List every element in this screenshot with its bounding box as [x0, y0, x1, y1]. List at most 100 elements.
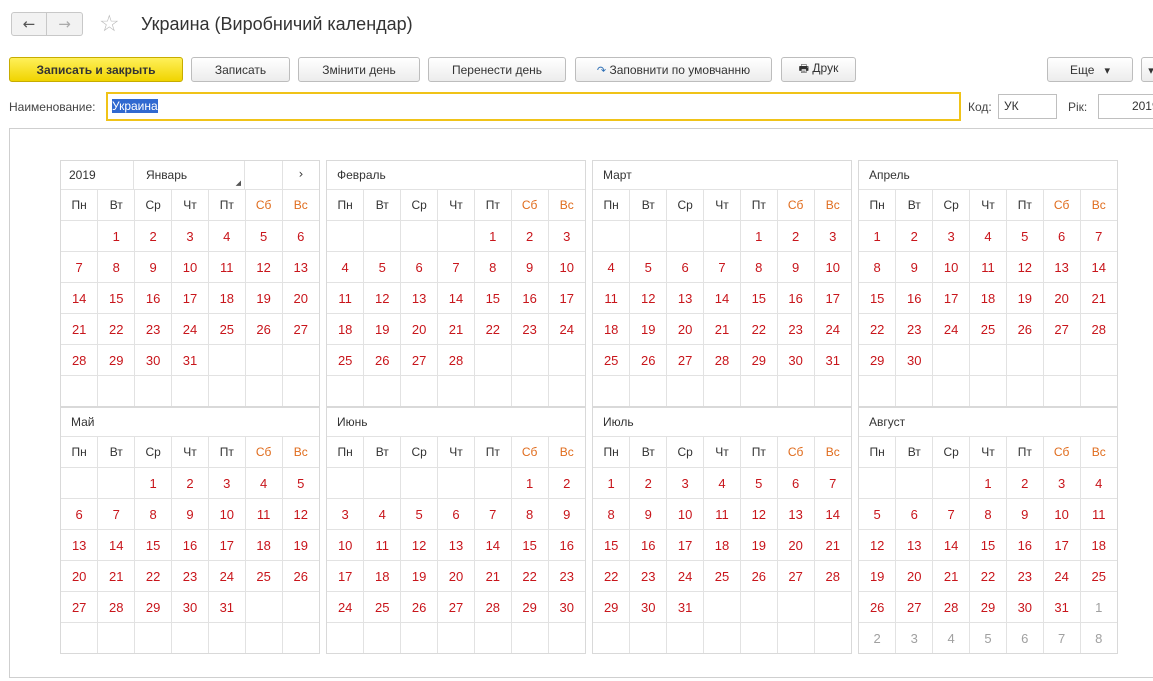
day-cell[interactable]: 6	[895, 498, 934, 530]
day-cell[interactable]: 19	[400, 560, 439, 592]
fill-default-button[interactable]: ↷ Заповнити по умовчанню	[575, 57, 772, 82]
day-cell[interactable]: 13	[400, 282, 439, 314]
day-cell[interactable]: 5	[629, 251, 668, 283]
month-selector[interactable]: Январь ◢	[134, 161, 245, 189]
day-cell[interactable]: 14	[474, 529, 512, 561]
day-cell[interactable]: 8	[859, 251, 897, 283]
day-cell[interactable]: 19	[859, 560, 897, 592]
day-cell[interactable]: 27	[666, 344, 705, 376]
day-cell[interactable]: 29	[97, 344, 136, 376]
day-cell[interactable]: 25	[1080, 560, 1117, 592]
day-cell[interactable]: 3	[171, 220, 209, 252]
day-cell[interactable]: 10	[548, 251, 585, 283]
day-cell[interactable]: 8	[1080, 622, 1117, 653]
day-cell[interactable]: 26	[245, 313, 283, 345]
day-cell[interactable]: 18	[969, 282, 1007, 314]
day-cell[interactable]: 6	[777, 467, 815, 499]
day-cell[interactable]: 5	[245, 220, 283, 252]
day-cell[interactable]: 20	[666, 313, 705, 345]
day-cell[interactable]: 4	[593, 251, 631, 283]
day-cell[interactable]: 30	[895, 344, 934, 376]
day-cell[interactable]: 16	[548, 529, 585, 561]
day-cell[interactable]: 24	[932, 313, 971, 345]
day-cell[interactable]: 16	[895, 282, 934, 314]
day-cell[interactable]: 17	[814, 282, 851, 314]
day-cell[interactable]: 5	[859, 498, 897, 530]
day-cell[interactable]: 26	[282, 560, 319, 592]
day-cell[interactable]: 27	[437, 591, 475, 623]
day-cell[interactable]: 25	[363, 591, 402, 623]
day-cell[interactable]: 12	[245, 251, 283, 283]
day-cell[interactable]: 22	[593, 560, 631, 592]
day-cell[interactable]: 11	[363, 529, 402, 561]
day-cell[interactable]: 8	[134, 498, 173, 530]
day-cell[interactable]: 19	[245, 282, 283, 314]
day-cell[interactable]: 17	[171, 282, 209, 314]
day-cell[interactable]: 1	[97, 220, 136, 252]
day-cell[interactable]: 29	[593, 591, 631, 623]
day-cell[interactable]: 3	[548, 220, 585, 252]
next-month-button[interactable]: ›	[283, 161, 319, 189]
day-cell[interactable]: 12	[740, 498, 778, 530]
day-cell[interactable]: 13	[282, 251, 319, 283]
day-cell[interactable]: 6	[437, 498, 475, 530]
star-icon[interactable]: ☆	[99, 11, 120, 37]
day-cell[interactable]: 18	[593, 313, 631, 345]
day-cell[interactable]: 23	[511, 313, 549, 345]
day-cell[interactable]: 23	[1006, 560, 1044, 592]
day-cell[interactable]: 10	[171, 251, 209, 283]
day-cell[interactable]: 13	[1043, 251, 1081, 283]
day-cell[interactable]: 18	[208, 282, 246, 314]
day-cell[interactable]: 29	[859, 344, 897, 376]
day-cell[interactable]: 11	[969, 251, 1007, 283]
day-cell[interactable]: 30	[777, 344, 815, 376]
day-cell[interactable]: 7	[97, 498, 136, 530]
day-cell[interactable]: 1	[859, 220, 897, 252]
forward-button[interactable]: →	[47, 12, 83, 36]
day-cell[interactable]: 17	[932, 282, 971, 314]
day-cell[interactable]: 31	[814, 344, 851, 376]
day-cell[interactable]: 9	[134, 251, 173, 283]
day-cell[interactable]: 26	[1006, 313, 1044, 345]
day-cell[interactable]: 14	[814, 498, 851, 530]
day-cell[interactable]: 5	[740, 467, 778, 499]
day-cell[interactable]: 7	[932, 498, 971, 530]
day-cell[interactable]: 21	[1080, 282, 1117, 314]
day-cell[interactable]: 9	[895, 251, 934, 283]
day-cell[interactable]: 26	[740, 560, 778, 592]
day-cell[interactable]: 24	[666, 560, 705, 592]
save-button[interactable]: Записать	[191, 57, 290, 82]
day-cell[interactable]: 8	[740, 251, 778, 283]
day-cell[interactable]: 20	[777, 529, 815, 561]
day-cell[interactable]: 21	[474, 560, 512, 592]
day-cell[interactable]: 11	[703, 498, 741, 530]
day-cell[interactable]: 1	[474, 220, 512, 252]
day-cell[interactable]: 10	[327, 529, 365, 561]
day-cell[interactable]: 2	[134, 220, 173, 252]
day-cell[interactable]: 9	[548, 498, 585, 530]
day-cell[interactable]: 7	[703, 251, 741, 283]
day-cell[interactable]: 1	[134, 467, 173, 499]
day-cell[interactable]: 9	[171, 498, 209, 530]
day-cell[interactable]: 21	[437, 313, 475, 345]
day-cell[interactable]: 29	[134, 591, 173, 623]
more-button[interactable]: Еще ▾	[1047, 57, 1133, 82]
day-cell[interactable]: 29	[511, 591, 549, 623]
save-and-close-button[interactable]: Записать и закрыть	[9, 57, 183, 82]
day-cell[interactable]: 25	[969, 313, 1007, 345]
day-cell[interactable]: 3	[208, 467, 246, 499]
day-cell[interactable]: 29	[740, 344, 778, 376]
day-cell[interactable]: 6	[1043, 220, 1081, 252]
day-cell[interactable]: 21	[932, 560, 971, 592]
day-cell[interactable]: 18	[363, 560, 402, 592]
day-cell[interactable]: 3	[666, 467, 705, 499]
day-cell[interactable]: 27	[777, 560, 815, 592]
day-cell[interactable]: 8	[511, 498, 549, 530]
day-cell[interactable]: 14	[1080, 251, 1117, 283]
day-cell[interactable]: 15	[859, 282, 897, 314]
day-cell[interactable]: 23	[134, 313, 173, 345]
day-cell[interactable]: 26	[363, 344, 402, 376]
day-cell[interactable]: 1	[593, 467, 631, 499]
day-cell[interactable]: 10	[932, 251, 971, 283]
day-cell[interactable]: 8	[593, 498, 631, 530]
